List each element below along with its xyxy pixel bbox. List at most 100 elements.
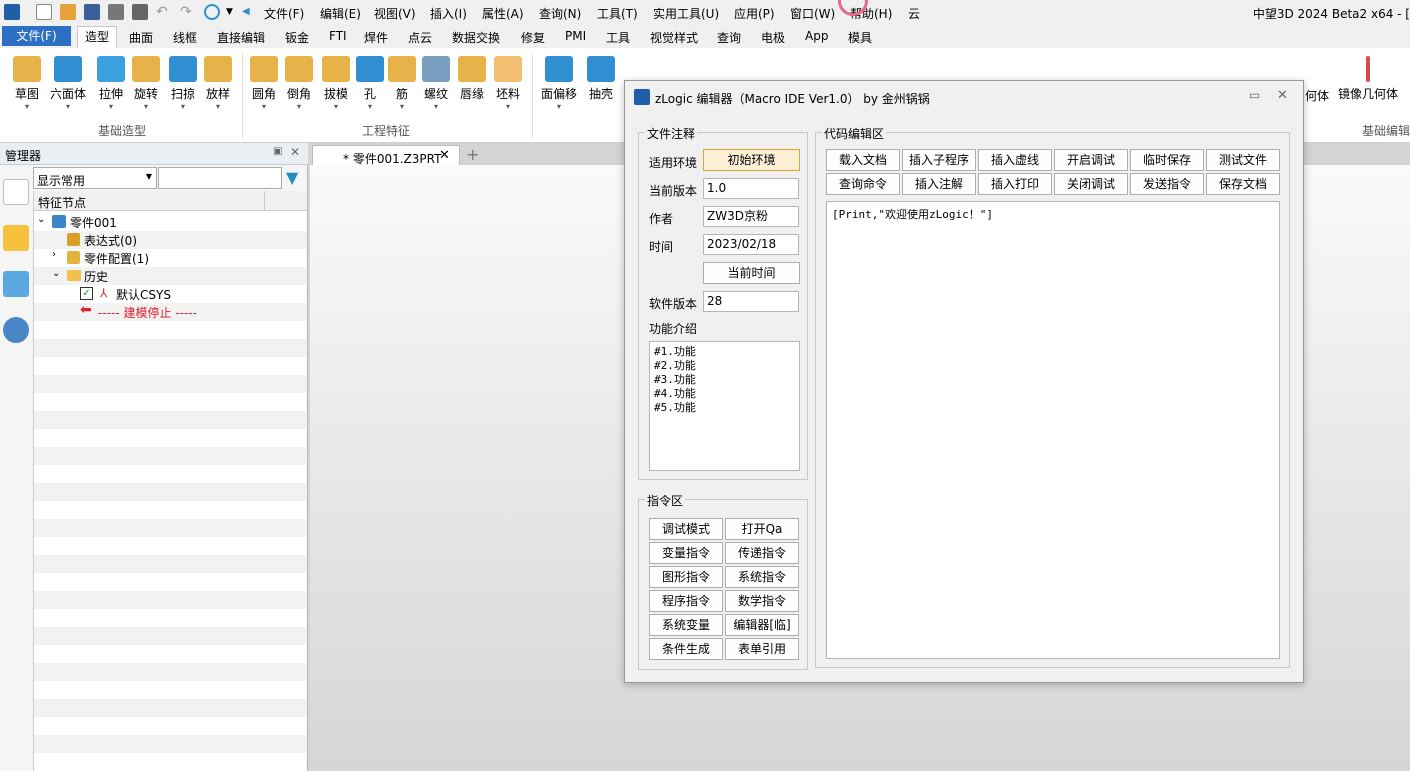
tab-visual-style[interactable]: 视觉样式 xyxy=(650,29,698,46)
tree-node-rollback-bar[interactable]: ⬅ ----- 建模停止 ----- xyxy=(34,302,307,321)
tab-point-cloud[interactable]: 点云 xyxy=(408,29,432,46)
extrude-button[interactable]: 拉伸 ▾ xyxy=(91,48,131,112)
tab-surface[interactable]: 曲面 xyxy=(129,29,153,46)
author-field[interactable]: ZW3D京粉 xyxy=(703,206,799,227)
temp-save-button[interactable]: 临时保存 xyxy=(1130,149,1204,171)
lip-button[interactable]: 唇缘 xyxy=(452,48,492,102)
menu-attributes[interactable]: 属性(A) xyxy=(482,5,524,22)
version-field[interactable]: 1.0 xyxy=(703,178,799,199)
box-button[interactable]: 六面体 ▾ xyxy=(48,48,88,112)
insert-subprogram-button[interactable]: 插入子程序 xyxy=(902,149,976,171)
add-tab-icon[interactable]: + xyxy=(466,145,479,164)
print-preview-icon[interactable] xyxy=(132,4,148,20)
query-command-button[interactable]: 查询命令 xyxy=(826,173,900,195)
math-cmd-button[interactable]: 数学指令 xyxy=(725,590,799,612)
code-editor-textarea[interactable]: [Print,"欢迎使用zLogic！"] xyxy=(826,201,1280,659)
tab-fti[interactable]: FTI xyxy=(329,29,347,43)
print-icon[interactable] xyxy=(108,4,124,20)
part-view-icon[interactable] xyxy=(3,225,29,251)
tree-node-part[interactable]: ⌄ 零件001 xyxy=(34,213,307,231)
tab-app[interactable]: App xyxy=(805,29,828,43)
menu-cloud[interactable]: 云 xyxy=(908,5,920,22)
tab-repair[interactable]: 修复 xyxy=(521,29,545,46)
thread-button[interactable]: 螺纹 ▾ xyxy=(416,48,456,112)
tab-tools[interactable]: 工具 xyxy=(606,29,630,46)
tab-electrode[interactable]: 电极 xyxy=(761,29,785,46)
tab-pmi[interactable]: PMI xyxy=(565,29,586,43)
tree-node-default-csys[interactable]: ✓ ⅄ 默认CSYS xyxy=(34,285,307,303)
condition-gen-button[interactable]: 条件生成 xyxy=(649,638,723,660)
intro-textarea[interactable]: #1.功能 #2.功能 #3.功能 #4.功能 #5.功能 xyxy=(649,341,800,471)
save-icon[interactable] xyxy=(84,4,100,20)
dropdown-icon[interactable]: ▼ xyxy=(226,4,242,20)
visibility-checkbox[interactable]: ✓ xyxy=(80,287,93,300)
menu-query[interactable]: 查询(N) xyxy=(539,5,581,22)
send-command-button[interactable]: 发送指令 xyxy=(1130,173,1204,195)
menu-view[interactable]: 视图(V) xyxy=(374,5,416,22)
tree-node-history[interactable]: ⌄ 历史 xyxy=(34,267,307,285)
history-manager-icon[interactable] xyxy=(3,179,29,205)
menu-insert[interactable]: 插入(I) xyxy=(430,5,467,22)
debug-mode-button[interactable]: 调试模式 xyxy=(649,518,723,540)
comment-icon[interactable]: ▭ xyxy=(1249,88,1260,102)
sketch-button[interactable]: 草图 ▾ xyxy=(7,48,47,112)
shell-button[interactable]: 抽壳 xyxy=(581,48,621,102)
tab-modeling[interactable]: 造型 xyxy=(77,26,118,48)
user-icon[interactable] xyxy=(3,317,29,343)
filter-funnel-icon[interactable]: ▼ xyxy=(286,168,298,187)
form-ref-button[interactable]: 表单引用 xyxy=(725,638,799,660)
expand-icon[interactable]: ⌄ xyxy=(37,214,45,225)
insert-comment-button[interactable]: 插入注解 xyxy=(902,173,976,195)
close-icon[interactable]: ✕ xyxy=(1277,88,1288,103)
picture-icon[interactable] xyxy=(3,271,29,297)
revolve-button[interactable]: 旋转 ▾ xyxy=(126,48,166,112)
filter-input[interactable] xyxy=(158,167,282,189)
transfer-cmd-button[interactable]: 传递指令 xyxy=(725,542,799,564)
stock-button[interactable]: 坯料 ▾ xyxy=(488,48,528,112)
tab-direct-edit[interactable]: 直接编辑 xyxy=(217,29,265,46)
collapse-arrow-icon[interactable]: ◀ xyxy=(242,4,258,20)
init-env-button[interactable]: 初始环境 xyxy=(703,149,800,171)
fillet-button[interactable]: 圆角 ▾ xyxy=(244,48,284,112)
filter-select[interactable]: 显示常用 ▼ xyxy=(33,167,157,189)
pin-icon[interactable]: ▣ xyxy=(273,146,282,157)
sweep-button[interactable]: 扫掠 ▾ xyxy=(163,48,203,112)
load-doc-button[interactable]: 载入文档 xyxy=(826,149,900,171)
close-icon[interactable]: ✕ xyxy=(439,148,450,163)
current-time-button[interactable]: 当前时间 xyxy=(703,262,800,284)
redo-icon[interactable]: ↷ xyxy=(180,4,196,20)
collapse-arrow-icon[interactable]: › xyxy=(52,249,56,260)
save-doc-button[interactable]: 保存文档 xyxy=(1206,173,1280,195)
menu-utilities[interactable]: 实用工具(U) xyxy=(653,5,719,22)
software-version-field[interactable]: 28 xyxy=(703,291,799,312)
graphic-cmd-button[interactable]: 图形指令 xyxy=(649,566,723,588)
tab-data-exchange[interactable]: 数据交换 xyxy=(452,29,500,46)
tab-wireframe[interactable]: 线框 xyxy=(173,29,197,46)
menu-tools[interactable]: 工具(T) xyxy=(597,5,638,22)
menu-edit[interactable]: 编辑(E) xyxy=(320,5,361,22)
menu-apps[interactable]: 应用(P) xyxy=(734,5,775,22)
system-var-button[interactable]: 系统变量 xyxy=(649,614,723,636)
time-field[interactable]: 2023/02/18 xyxy=(703,234,799,255)
expand-icon[interactable]: ⌄ xyxy=(52,268,60,279)
new-file-icon[interactable] xyxy=(36,4,52,20)
insert-dashline-button[interactable]: 插入虚线 xyxy=(978,149,1052,171)
mirror-geometry-button[interactable]: 镜像几何体 xyxy=(1338,48,1398,102)
loft-button[interactable]: 放样 ▾ xyxy=(198,48,238,112)
document-tab[interactable]: * 零件001.Z3PRT ✕ xyxy=(312,145,460,166)
open-qa-button[interactable]: 打开Qa xyxy=(725,518,799,540)
file-tab[interactable]: 文件(F) xyxy=(2,26,71,46)
open-file-icon[interactable] xyxy=(60,4,76,20)
stop-debug-button[interactable]: 关闭调试 xyxy=(1054,173,1128,195)
tab-sheet-metal[interactable]: 钣金 xyxy=(285,29,309,46)
undo-icon[interactable]: ↶ xyxy=(156,4,172,20)
test-file-button[interactable]: 测试文件 xyxy=(1206,149,1280,171)
menu-file[interactable]: 文件(F) xyxy=(264,5,304,22)
tree-node-configurations[interactable]: › 零件配置(1) xyxy=(34,249,307,267)
tree-node-expressions[interactable]: 表达式(0) xyxy=(34,231,307,249)
insert-print-button[interactable]: 插入打印 xyxy=(978,173,1052,195)
variable-cmd-button[interactable]: 变量指令 xyxy=(649,542,723,564)
system-cmd-button[interactable]: 系统指令 xyxy=(725,566,799,588)
tab-mold[interactable]: 模具 xyxy=(848,29,872,46)
program-cmd-button[interactable]: 程序指令 xyxy=(649,590,723,612)
